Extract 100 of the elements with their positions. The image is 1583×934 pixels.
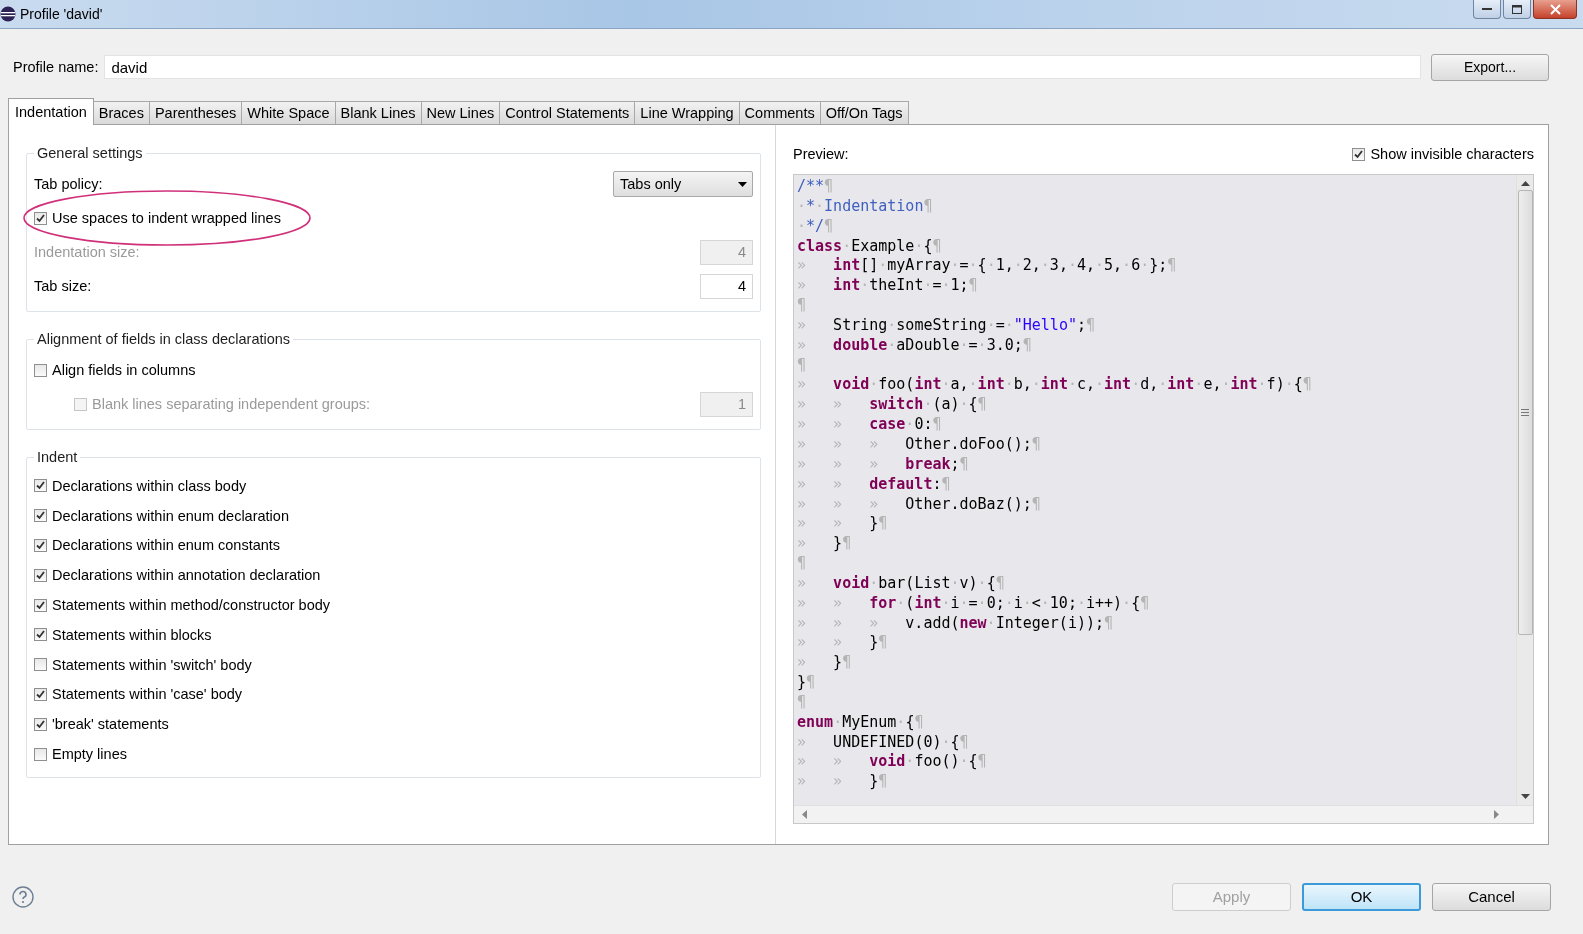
tab[interactable]: Comments [738,101,821,124]
code-line: ¶ [797,296,807,316]
check-icon [35,688,46,700]
code-line: » » default:¶ [797,474,951,495]
scroll-up-icon[interactable] [1520,181,1530,186]
checkbox-label: Statements within 'switch' body [52,656,252,673]
checkbox-label: 'break' statements [52,716,169,733]
code-line: » double·aDouble·=·3.0;¶ [797,335,1032,356]
check-icon [35,718,46,730]
window-title: Profile 'david' [20,6,103,22]
code-line: ¶ [797,692,807,713]
tab[interactable]: Indentation [8,98,94,125]
close-icon [1549,3,1561,15]
scroll-down-icon[interactable] [1520,794,1530,799]
code-line: » void·bar(List·v)·{¶ [797,573,1005,594]
vertical-scrollbar[interactable] [1516,175,1533,805]
code-line: » » }¶ [797,633,888,654]
code-line: » int·theInt·=·1;¶ [797,276,978,297]
checkbox-label: Align fields in columns [52,362,196,378]
checkbox-label: Declarations within annotation declaration [52,567,321,584]
dropdown-arrow-icon [738,181,747,187]
code-line: /**¶ [797,177,834,197]
code-line: » String·someString·=·"Hello";¶ [797,315,1095,336]
code-line: » }¶ [797,653,852,674]
checkbox[interactable] [34,211,47,225]
tab[interactable]: Line Wrapping [634,101,740,124]
check-icon [35,480,46,492]
help-icon[interactable] [12,885,34,908]
checkbox[interactable] [34,509,47,523]
check-icon [1353,148,1365,160]
check-icon [35,629,46,641]
minimize-icon [1482,7,1492,11]
number-field[interactable]: 4 [700,273,753,299]
check-icon [35,510,46,522]
checkbox-label: Statements within method/constructor body [52,597,331,614]
tab[interactable]: White Space [241,101,336,124]
field-label: Tab size: [34,278,92,294]
tab[interactable]: Off/On Tags [819,101,909,124]
checkbox[interactable] [34,658,47,672]
checkbox[interactable] [34,747,47,761]
code-line: » » case·0:¶ [797,415,942,435]
minimize-button[interactable] [1473,0,1501,19]
code-line: » » switch·(a)·{¶ [797,395,987,416]
tab[interactable]: Blank Lines [334,101,422,124]
code-line: ·*/¶ [797,216,834,237]
preview-label: Preview: [793,146,849,162]
profile-name-label: Profile name: [13,59,99,75]
checkbox[interactable] [34,598,47,612]
code-line: » » » break;¶ [797,454,969,475]
code-line: » }¶ [797,534,852,555]
code-line: » » » v.add(new·Integer(i));¶ [797,613,1114,634]
scrollbar-thumb[interactable] [1517,190,1533,635]
tab[interactable]: Parentheses [148,101,243,124]
scroll-right-icon[interactable] [1494,810,1499,819]
horizontal-scrollbar[interactable] [794,805,1533,823]
checkbox-label: Show invisible characters [1370,146,1534,162]
checkbox[interactable] [34,687,47,701]
tab[interactable]: Braces [92,101,150,124]
checkbox-label: Empty lines [52,746,127,763]
code-line: » int[]·myArray·=·{·1,·2,·3,·4,·5,·6·};¶ [797,256,1177,277]
code-line: ·*·Indentation¶ [797,196,933,217]
check-icon [35,540,46,551]
tab[interactable]: New Lines [420,101,501,124]
dialog-button[interactable]: OK [1302,882,1421,911]
checkbox-label: Statements within 'case' body [52,686,243,703]
group-title: General settings [36,145,144,161]
code-line: » » void·foo()·{¶ [797,752,987,773]
code-line: enum·MyEnum·{¶ [797,712,924,733]
checkbox[interactable] [34,717,47,731]
field-label: Tab policy: [34,176,103,192]
tab-policy-dropdown[interactable]: Tabs only [613,171,753,197]
export-button[interactable]: Export... [1431,53,1549,81]
checkbox[interactable] [34,628,47,642]
checkbox-label: Declarations within class body [52,477,247,494]
code-line: » » » Other.doFoo();¶ [797,434,1041,455]
code-line: » » » Other.doBaz();¶ [797,494,1041,515]
checkbox[interactable] [1352,147,1366,161]
checkbox[interactable] [34,539,47,552]
maximize-icon [1512,4,1522,14]
code-line: » void·foo(int·a,·int·b,·int·c,·int·d,·int·e,·int·f)·{¶ [797,375,1312,396]
checkbox[interactable] [34,479,47,493]
code-line: » » for·(int·i·=·0;·i·<·10;·i++)·{¶ [797,593,1150,614]
field-label: Indentation size: [34,244,140,260]
close-button[interactable] [1533,0,1577,19]
checkbox[interactable] [34,568,47,582]
profile-name-field[interactable]: david [104,55,1421,79]
code-line: }¶ [797,673,816,693]
check-icon [35,212,46,224]
group-title: Indent [36,449,79,465]
maximize-button[interactable] [1503,0,1531,19]
code-line: » » }¶ [797,772,888,793]
dialog-button[interactable]: Cancel [1432,882,1551,911]
scroll-left-icon[interactable] [802,810,807,819]
checkbox-label: Statements within blocks [52,626,212,643]
app-icon [0,6,16,22]
grip-icon [1521,408,1529,416]
code-line: » » }¶ [797,514,888,535]
tab[interactable]: Control Statements [499,101,636,124]
checkbox-label: Use spaces to indent wrapped lines [52,210,281,226]
checkbox[interactable] [34,363,47,377]
